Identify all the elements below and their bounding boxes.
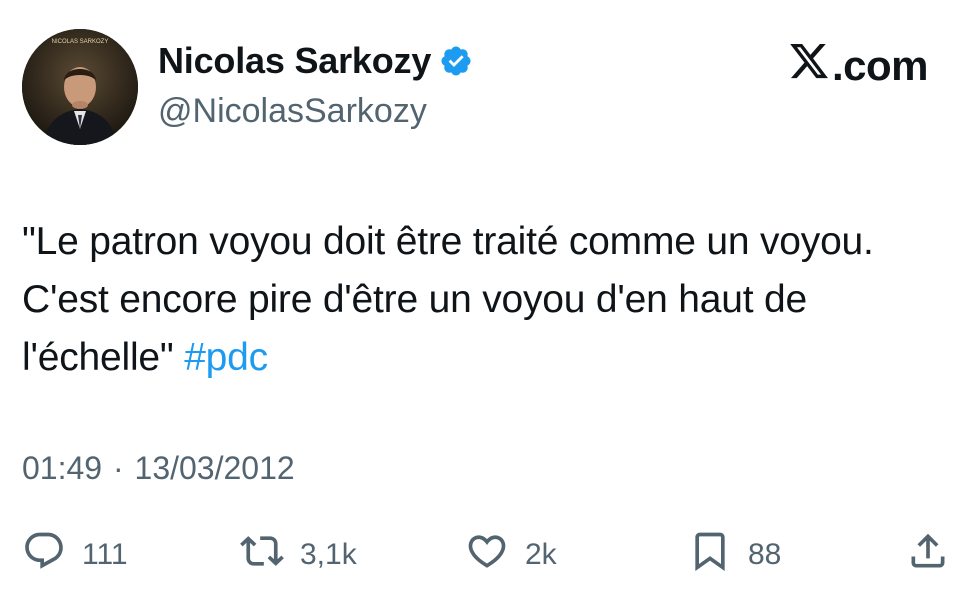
tweet-time: 01:49 (22, 450, 103, 486)
tweet-date: 13/03/2012 (134, 450, 295, 486)
author-handle[interactable]: @NicolasSarkozy (158, 92, 427, 131)
author-display-name[interactable]: Nicolas Sarkozy (158, 40, 431, 82)
tweet-body: "Le patron voyou doit être traité comme … (22, 220, 885, 379)
brand-domain: .com (831, 42, 929, 89)
bookmark-button[interactable]: 88 (688, 532, 781, 578)
reply-icon (22, 529, 66, 581)
author-name-row: Nicolas Sarkozy (158, 40, 473, 82)
avatar[interactable]: NICOLAS SARKOZY (22, 29, 138, 145)
tweet-timestamp[interactable]: 01:49 · 13/03/2012 (22, 450, 295, 487)
like-button[interactable]: 2k (465, 532, 557, 578)
x-logo-icon (788, 40, 832, 92)
avatar-caption: NICOLAS SARKOZY (52, 39, 109, 45)
share-button[interactable] (906, 532, 950, 578)
heart-icon (465, 529, 509, 581)
reply-count: 111 (82, 538, 128, 571)
verified-badge-icon (439, 44, 473, 78)
site-brand: .com (788, 40, 929, 92)
bookmark-icon (688, 529, 732, 581)
retweet-icon (240, 529, 284, 581)
hashtag-link[interactable]: #pdc (184, 336, 268, 379)
like-count: 2k (525, 538, 557, 571)
timestamp-separator: · (112, 450, 124, 486)
tweet-text: "Le patron voyou doit être traité comme … (22, 213, 942, 387)
reply-button[interactable]: 111 (22, 532, 128, 578)
retweet-button[interactable]: 3,1k (240, 532, 357, 578)
bookmark-count: 88 (748, 538, 782, 571)
retweet-count: 3,1k (300, 538, 357, 571)
share-icon (906, 529, 950, 581)
